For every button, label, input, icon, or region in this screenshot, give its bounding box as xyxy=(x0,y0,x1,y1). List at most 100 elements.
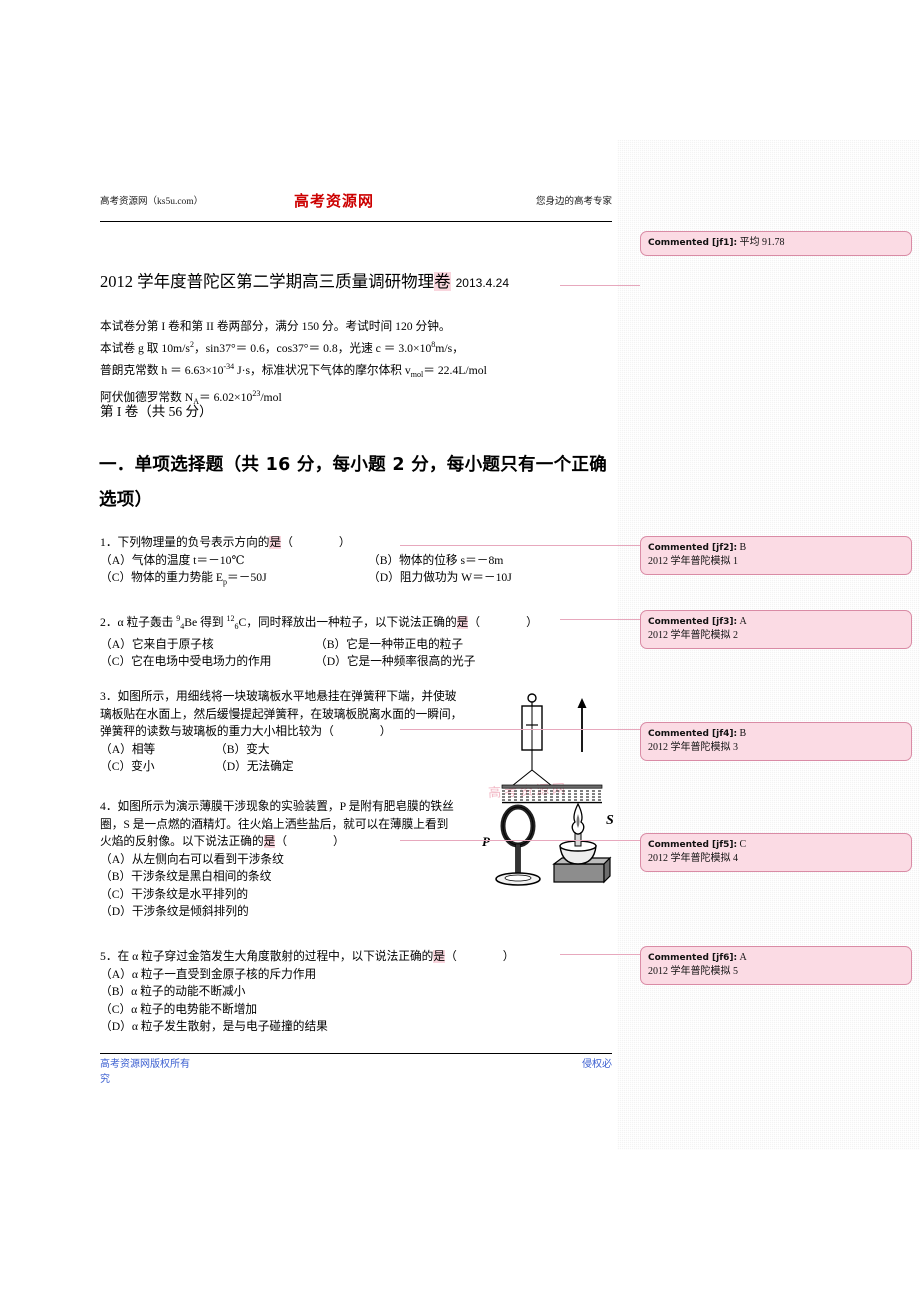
instruction-l4-c: /mol xyxy=(260,390,282,404)
comment-jf5-sub: 2012 学年普陀模拟 4 xyxy=(648,853,738,864)
question-4-option-c[interactable]: （C）干涉条纹是水平排列的 xyxy=(100,886,500,904)
instruction-line-2: 本试卷 g 取 10m/s2，sin37°＝ 0.6，cos37°＝ 0.8，光… xyxy=(100,340,464,356)
page-title: 2012 学年度普陀区第二学期高三质量调研物理卷 2013.4.24 xyxy=(100,268,612,292)
header-divider xyxy=(100,221,612,222)
instruction-l2-b: ，sin37°＝ 0.6，cos37°＝ 0.8，光速 c ＝ 3.0×10 xyxy=(193,342,432,356)
exam-instructions: 本试卷分第 I 卷和第 II 卷两部分，满分 150 分。考试时间 120 分钟… xyxy=(100,318,600,411)
question-1-option-c-text: （C）物体的重力势能 E xyxy=(100,571,224,584)
question-4-option-b[interactable]: （B）干涉条纹是黑白相间的条纹 xyxy=(100,868,500,886)
question-2: 2．α 粒子轰击 94Be 得到 126C，同时释放出一种粒子，以下说法正确的是… xyxy=(100,610,612,671)
question-1-option-b[interactable]: （B）物体的位移 s＝－8m xyxy=(368,552,503,570)
question-3-option-d[interactable]: （D）无法确定 xyxy=(215,758,294,776)
comment-jf5-tag: Commented [jf5]: xyxy=(648,840,738,850)
comment-jf1[interactable]: Commented [jf1]: 平均 91.78 xyxy=(640,231,912,256)
instruction-l3-a: 普朗克常数 h ＝ 6.63×10 xyxy=(100,364,224,378)
instruction-l3-c: ＝ 22.4L/mol xyxy=(423,364,487,378)
question-2-stem-a: 2．α 粒子轰击 xyxy=(100,615,177,629)
question-2-stem-mid: 得到 xyxy=(197,615,227,629)
question-4-option-d[interactable]: （D）干涉条纹是倾斜排列的 xyxy=(100,903,500,921)
document-page: 高考资源网（ks5u.com） 高考资源网 您身边的高考专家 2012 学年度普… xyxy=(0,0,920,1302)
question-1-stem: 1．下列物理量的负号表示方向的是（） xyxy=(100,536,351,549)
question-4-stem-line-3: 火焰的反射像。以下说法正确的是（） xyxy=(100,835,345,848)
instruction-l2-c: m/s， xyxy=(435,342,464,356)
svg-text:S: S xyxy=(606,813,614,828)
question-1-stem-text: 1．下列物理量的负号表示方向的 xyxy=(100,536,270,549)
question-3-stem-line-3: 弹簧秤的读数与玻璃板的重力大小相比较为（） xyxy=(100,725,392,738)
question-3-option-row-2: （C）变小 （D）无法确定 xyxy=(100,758,500,776)
question-5-option-b[interactable]: （B）α 粒子的动能不断减小 xyxy=(100,983,612,1001)
question-2-option-c[interactable]: （C）它在电场中受电场力的作用 xyxy=(100,653,315,671)
question-5-highlight: 是 xyxy=(433,950,446,963)
running-header: 高考资源网（ks5u.com） 高考资源网 您身边的高考专家 xyxy=(100,190,612,220)
question-3-stem-line-1: 3．如图所示，用细线将一块玻璃板水平地悬挂在弹簧秤下端，并使玻 xyxy=(100,690,457,703)
question-4: 4．如图所示为演示薄膜干涉现象的实验装置，P 是附有肥皂膜的铁丝 圈，S 是一点… xyxy=(100,798,500,921)
question-5-option-d[interactable]: （D）α 粒子发生散射，是与电子碰撞的结果 xyxy=(100,1018,612,1036)
comment-jf4[interactable]: Commented [jf4]: B 2012 学年普陀模拟 3 xyxy=(640,722,912,761)
figure-soap-film-and-lamp: P S xyxy=(482,802,614,886)
page-title-highlight: 卷 xyxy=(434,272,451,291)
header-left-text: 高考资源网（ks5u.com） xyxy=(100,197,204,207)
question-4-stem-line-2: 圈，S 是一点燃的酒精灯。往火焰上洒些盐后，就可以在薄膜上看到 xyxy=(100,817,449,831)
comment-jf2-tag: Commented [jf2]: xyxy=(648,543,738,553)
comment-leader-1 xyxy=(560,285,640,286)
question-3-option-row-1: （A）相等 （B）变大 xyxy=(100,741,500,759)
question-4-option-a[interactable]: （A）从左侧向右可以看到干涉条纹 xyxy=(100,851,500,869)
question-1-option-c-tail: ＝－50J xyxy=(227,571,267,584)
question-3: 3．如图所示，用细线将一块玻璃板水平地悬挂在弹簧秤下端，并使玻 璃板贴在水面上，… xyxy=(100,688,500,776)
question-3-option-c[interactable]: （C）变小 xyxy=(100,758,215,776)
instruction-l3-b: J·s，标准状况下气体的摩尔体积 v xyxy=(234,364,411,378)
header-right-text: 您身边的高考专家 xyxy=(535,197,612,207)
question-5-option-a[interactable]: （A）α 粒子一直受到金原子核的斥力作用 xyxy=(100,966,612,984)
part-one-label: 第 I 卷（共 56 分） xyxy=(100,404,213,419)
question-1-option-d[interactable]: （D）阻力做功为 W＝－10J xyxy=(368,569,512,591)
question-2-option-a[interactable]: （A）它来自于原子核 xyxy=(100,636,315,654)
comment-jf3[interactable]: Commented [jf3]: A 2012 学年普陀模拟 2 xyxy=(640,610,912,649)
question-3-stem-line-2: 璃板贴在水面上，然后缓慢提起弹簧秤，在玻璃板脱离水面的一瞬间， xyxy=(100,707,463,721)
comment-leader-5 xyxy=(400,840,640,841)
question-2-stem-after: ，同时释放出一种粒子，以下说法正确的 xyxy=(246,615,457,629)
question-2-option-b[interactable]: （B）它是一种带正电的粒子 xyxy=(315,636,463,654)
question-2-highlight: 是 xyxy=(456,615,469,629)
page-title-date: 2013.4.24 xyxy=(455,276,510,290)
question-4-stem-line-3-text: 火焰的反射像。以下说法正确的 xyxy=(100,835,264,848)
comment-jf6[interactable]: Commented [jf6]: A 2012 学年普陀模拟 5 xyxy=(640,946,912,985)
comment-leader-6 xyxy=(560,954,640,955)
comment-jf6-sub: 2012 学年普陀模拟 5 xyxy=(648,966,738,977)
comment-jf6-value: A xyxy=(739,952,747,963)
question-1-highlight: 是 xyxy=(269,536,282,549)
question-2-option-d[interactable]: （D）它是一种频率很高的光子 xyxy=(315,653,475,671)
comment-jf3-value: A xyxy=(739,616,747,627)
question-3-stem: 3．如图所示，用细线将一块玻璃板水平地悬挂在弹簧秤下端，并使玻 璃板贴在水面上，… xyxy=(100,688,500,741)
comment-jf6-tag: Commented [jf6]: xyxy=(648,953,738,963)
question-4-options: （A）从左侧向右可以看到干涉条纹 （B）干涉条纹是黑白相间的条纹 （C）干涉条纹… xyxy=(100,851,500,921)
footer-copyright-text: 高考资源网版权所有 xyxy=(100,1059,190,1070)
question-3-option-b[interactable]: （B）变大 xyxy=(215,741,270,759)
question-5: 5．在 α 粒子穿过金箔发生大角度散射的过程中，以下说法正确的是（） （A）α … xyxy=(100,948,612,1036)
instruction-l2-a: 本试卷 g 取 10m/s xyxy=(100,342,190,356)
question-2-option-row-1: （A）它来自于原子核 （B）它是一种带正电的粒子 xyxy=(100,636,612,654)
question-5-option-c[interactable]: （C）α 粒子的电势能不断增加 xyxy=(100,1001,612,1019)
question-1-option-c[interactable]: （C）物体的重力势能 Ep＝－50J xyxy=(100,569,368,591)
question-1-option-row-2: （C）物体的重力势能 Ep＝－50J （D）阻力做功为 W＝－10J xyxy=(100,569,612,591)
figure-spring-scale-water xyxy=(501,693,603,804)
comment-jf1-value: 平均 91.78 xyxy=(739,237,785,248)
comment-jf5[interactable]: Commented [jf5]: C 2012 学年普陀模拟 4 xyxy=(640,833,912,872)
question-5-stem: 5．在 α 粒子穿过金箔发生大角度散射的过程中，以下说法正确的是（） xyxy=(100,950,515,963)
comment-jf4-sub: 2012 学年普陀模拟 3 xyxy=(648,742,738,753)
footer-left: 高考资源网版权所有 究 xyxy=(100,1057,270,1087)
question-5-stem-text: 5．在 α 粒子穿过金箔发生大角度散射的过程中，以下说法正确的 xyxy=(100,950,434,963)
question-1-option-a[interactable]: （A）气体的温度 t＝－10℃ xyxy=(100,552,368,570)
question-3-option-a[interactable]: （A）相等 xyxy=(100,741,215,759)
question-3-stem-line-3-text: 弹簧秤的读数与玻璃板的重力大小相比较为 xyxy=(100,725,323,738)
comment-jf5-value: C xyxy=(739,839,747,850)
question-1-option-row-1: （A）气体的温度 t＝－10℃ （B）物体的位移 s＝－8m xyxy=(100,552,612,570)
instruction-line-1: 本试卷分第 I 卷和第 II 卷两部分，满分 150 分。考试时间 120 分钟… xyxy=(100,320,451,333)
question-5-options: （A）α 粒子一直受到金原子核的斥力作用 （B）α 粒子的动能不断减小 （C）α… xyxy=(100,966,612,1036)
question-2-be-symbol: Be xyxy=(184,615,198,629)
question-4-stem-line-1: 4．如图所示为演示薄膜干涉现象的实验装置，P 是附有肥皂膜的铁丝 xyxy=(100,800,454,813)
question-2-option-row-2: （C）它在电场中受电场力的作用 （D）它是一种频率很高的光子 xyxy=(100,653,612,671)
instruction-line-3: 普朗克常数 h ＝ 6.63×10-34 J·s，标准状况下气体的摩尔体积 vm… xyxy=(100,362,487,380)
footer-right: 侵权必 xyxy=(582,1059,612,1070)
comment-jf4-value: B xyxy=(739,728,747,739)
comment-jf2[interactable]: Commented [jf2]: B 2012 学年普陀模拟 1 xyxy=(640,536,912,575)
